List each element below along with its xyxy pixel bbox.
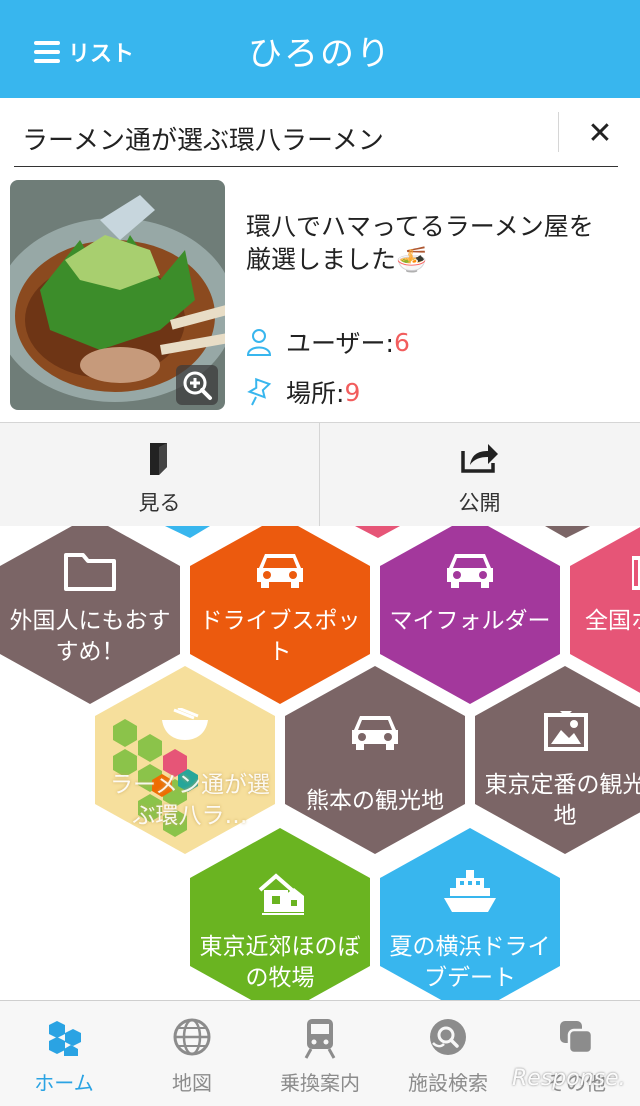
car-icon [447,554,493,588]
hex-tile-my-folder[interactable]: マイフォルダー [385,606,555,637]
book-icon [149,443,167,475]
user-icon [246,329,272,356]
tab-transit[interactable]: 乗換案内 [256,1001,384,1106]
places-count: 9 [344,377,361,407]
zoom-in-icon [183,371,212,400]
hex-tile-tokyo-classics[interactable]: 東京定番の観光地 [480,770,640,832]
hexagons-icon [49,1021,81,1056]
users-row: ユーザー: 6 [246,324,410,360]
list-title: ラーメン通が選ぶ環八ラーメン [22,126,384,156]
users-label: ユーザー: [286,329,394,358]
hex-tile-drive-spots[interactable]: ドライブスポット [195,606,365,668]
folder-hex-grid: 外国人にもおすすめ！ ドライブスポット マイフォルダー 全国ホ ラーメン通が選ぶ… [0,526,640,1000]
car-icon [352,716,398,750]
zoom-button[interactable] [176,365,218,405]
image-icon [544,711,588,751]
hex-tile-shape [285,666,465,854]
ship-icon [444,870,496,912]
hex-tile-foreigners[interactable]: 外国人にもおすすめ！ [5,606,175,668]
tab-home[interactable]: ホーム [0,1001,128,1106]
hex-tile-kumamoto[interactable]: 熊本の観光地 [290,786,460,817]
close-button[interactable]: ✕ [582,116,618,152]
bowl-icon [162,708,208,740]
divider [14,166,618,167]
globe-icon [173,1018,211,1056]
tab-map[interactable]: 地図 [128,1001,256,1106]
places-label: 場所: [286,379,345,408]
hex-tile-ramen[interactable]: ラーメン通が選ぶ環八ラ… [105,770,275,832]
app-title: ひろのり [248,34,392,74]
view-label: 見る [138,491,181,515]
house-icon [258,873,304,915]
watermark-logo: Response. [512,1066,626,1091]
tab-label: ホーム [34,1071,94,1095]
folder-icon [632,556,640,590]
app-header: リスト ひろのり [0,0,640,98]
car-icon [257,554,303,588]
stack-icon [560,1021,594,1055]
train-icon [304,1019,336,1059]
places-row: 場所: 9 [246,374,360,410]
publish-label: 公開 [458,491,501,515]
action-bar: 見る 公開 [0,422,640,528]
hex-tile-nationwide[interactable]: 全国ホ [585,606,640,637]
folder-icon [64,553,116,591]
pin-icon [247,377,272,406]
users-count: 6 [393,327,410,357]
tab-facility-search[interactable]: 施設検索 [384,1001,512,1106]
tab-label: 地図 [172,1071,212,1095]
tab-label: 乗換案内 [280,1071,360,1095]
tab-label: 施設検索 [408,1071,488,1095]
search-pin-icon [430,1019,466,1055]
publish-button[interactable]: 公開 [320,423,639,527]
share-icon [460,444,498,473]
list-description: 環八でハマってるラーメン屋を厳選しました🍜 [246,212,594,274]
divider [558,112,559,152]
view-button[interactable]: 見る [0,423,320,527]
hex-tile-tokyo-farm[interactable]: 東京近郊ほのぼの牧場 [195,932,365,994]
hex-tile-yokohama-drive[interactable]: 夏の横浜ドライブデート [385,932,555,994]
